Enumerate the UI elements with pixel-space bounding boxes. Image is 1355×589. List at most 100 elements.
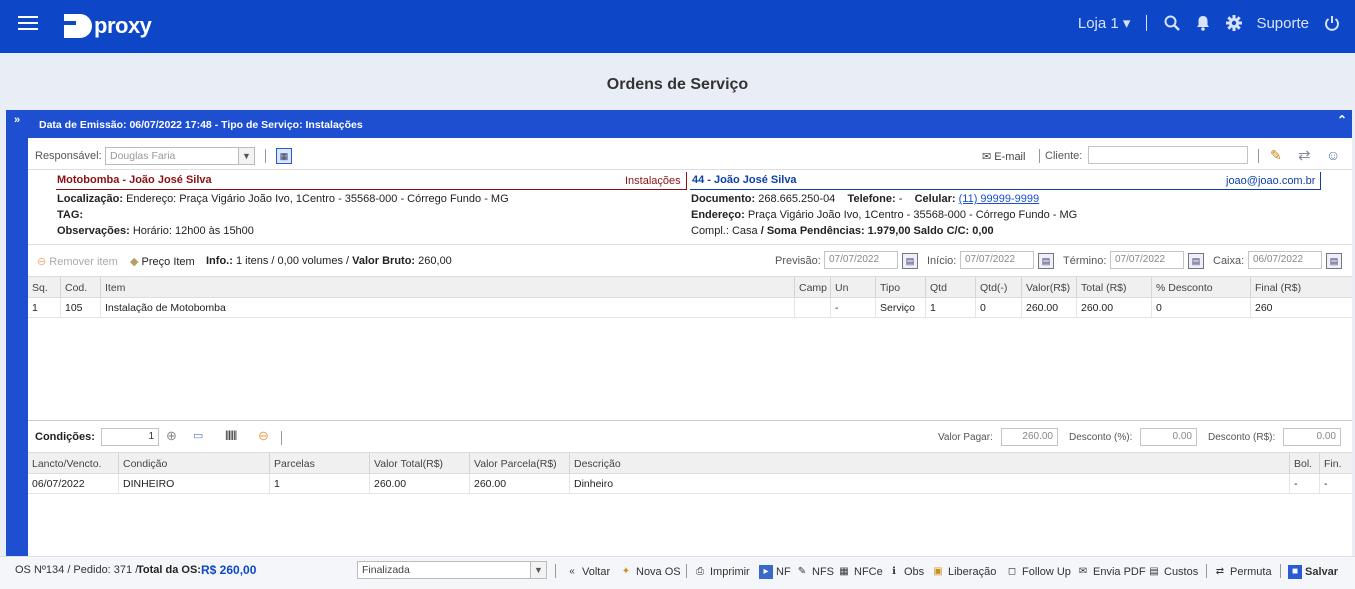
calculator-icon[interactable]: ▦	[276, 148, 292, 164]
page-title: Ordens de Serviço	[606, 76, 749, 93]
conditions-label: Condições:	[35, 431, 95, 443]
payments-table-header: Lancto/Vencto. Condição Parcelas Valor T…	[28, 452, 1352, 474]
nfs-button[interactable]: ✎ NFS	[795, 565, 834, 579]
collapse-icon[interactable]: ⌃	[1337, 113, 1347, 127]
valor-pagar-input[interactable]: 260.00	[1001, 428, 1058, 446]
location-value: Endereço: Praça Vigário João Ivo, 1Centr…	[126, 193, 509, 205]
calendar-icon[interactable]: ▤	[1326, 253, 1342, 269]
tag-label: TAG:	[57, 209, 84, 221]
divider	[1258, 149, 1259, 163]
refresh-icon[interactable]: ⇄	[1298, 146, 1311, 164]
nova-os-button[interactable]: ✦ Nova OS	[619, 565, 681, 579]
double-chevron-icon[interactable]: »	[6, 114, 28, 126]
desc-pct-input[interactable]: 0.00	[1140, 428, 1197, 446]
os-info: OS Nº134 / Pedido: 371 /	[15, 564, 139, 576]
col-item[interactable]: Item	[100, 277, 794, 297]
voltar-button[interactable]: «Voltar	[565, 565, 610, 579]
col-condicao[interactable]: Condição	[118, 453, 269, 473]
status-select[interactable]: Finalizada ▼	[357, 561, 547, 579]
envia-pdf-button[interactable]: ✉ Envia PDF	[1076, 565, 1146, 579]
tag-icon: ◆	[130, 256, 139, 268]
remove-condition-icon[interactable]: ⊖	[258, 428, 269, 444]
barcode-icon[interactable]: |||||||	[225, 430, 237, 441]
col-final[interactable]: Final (R$)	[1250, 277, 1352, 297]
liberacao-button[interactable]: ▣ Liberação	[931, 565, 996, 579]
col-valor-total[interactable]: Valor Total(R$)	[369, 453, 469, 473]
col-valor-parcela[interactable]: Valor Parcela(R$)	[469, 453, 569, 473]
desc-rs-label: Desconto (R$):	[1208, 432, 1276, 443]
calendar-icon[interactable]: ▤	[902, 253, 918, 269]
previsao-input[interactable]: 07/07/2022	[824, 251, 898, 269]
client-email[interactable]: joao@joao.com.br	[1226, 175, 1315, 187]
col-sq[interactable]: Sq.	[28, 277, 56, 297]
save-icon: ■	[1288, 565, 1302, 579]
follow-up-button[interactable]: ◻ Follow Up	[1005, 565, 1071, 579]
responsavel-select[interactable]: Douglas Faria ▼	[105, 147, 255, 165]
total-value: R$ 260,00	[201, 563, 257, 577]
mail-icon: ✉	[1078, 566, 1088, 577]
table-row[interactable]: 06/07/2022 DINHEIRO 1 260.00 260.00 Dinh…	[28, 474, 1352, 494]
col-desconto[interactable]: % Desconto	[1151, 277, 1250, 297]
gear-icon[interactable]	[1225, 14, 1243, 32]
price-item-button[interactable]: ◆ Preço Item	[130, 255, 195, 268]
col-descricao[interactable]: Descrição	[569, 453, 1289, 473]
cliente-input[interactable]	[1088, 146, 1248, 164]
search-icon[interactable]	[1163, 14, 1181, 32]
table-row[interactable]: 1 105 Instalação de Motobomba - Serviço …	[28, 298, 1352, 318]
desc-rs-input[interactable]: 0.00	[1283, 428, 1341, 446]
imprimir-button[interactable]: ⎙ Imprimir	[693, 565, 750, 579]
nf-button[interactable]: ▸ NF	[759, 565, 791, 579]
menu-icon[interactable]	[18, 16, 38, 32]
edit-client-icon[interactable]: ✎	[1270, 147, 1282, 164]
salvar-button[interactable]: ■ Salvar	[1288, 565, 1338, 579]
col-fin[interactable]: Fin.	[1319, 453, 1352, 473]
tel-value: -	[898, 193, 903, 205]
col-qtd[interactable]: Qtd	[925, 277, 975, 297]
col-cod[interactable]: Cod.	[60, 277, 100, 297]
termino-input[interactable]: 07/07/2022	[1110, 251, 1184, 269]
card-icon[interactable]: ▭	[193, 429, 203, 442]
col-tipo[interactable]: Tipo	[875, 277, 925, 297]
minus-circle-icon: ⊖	[37, 256, 47, 268]
permuta-button[interactable]: ⇄ Permuta	[1213, 565, 1272, 579]
sidebar-toggle[interactable]: »	[6, 110, 28, 556]
calendar-icon[interactable]: ▤	[1038, 253, 1054, 269]
col-total[interactable]: Total (R$)	[1076, 277, 1151, 297]
email-button[interactable]: ✉ E-mail	[982, 150, 1025, 163]
col-lancto[interactable]: Lancto/Vencto.	[28, 453, 118, 473]
remove-item-button[interactable]: ⊖ Remover item	[37, 255, 118, 268]
soma-pendencias: / Soma Pendências: 1.979,00 Saldo C/C: 0…	[760, 225, 994, 237]
exchange-icon: ⇄	[1215, 566, 1225, 577]
chat-icon: ◻	[1007, 566, 1017, 577]
power-icon[interactable]	[1323, 14, 1341, 32]
valor-pagar-label: Valor Pagar:	[938, 432, 993, 443]
service-type: Instalações	[625, 175, 681, 187]
col-parcelas[interactable]: Parcelas	[269, 453, 369, 473]
custos-button[interactable]: ▤ Custos	[1147, 565, 1198, 579]
col-valor[interactable]: Valor(R$)	[1021, 277, 1076, 297]
caixa-input[interactable]: 06/07/2022	[1248, 251, 1322, 269]
chevron-down-icon[interactable]: ▼	[530, 562, 546, 578]
bell-icon[interactable]	[1194, 14, 1212, 32]
conditions-input[interactable]: 1	[101, 428, 159, 446]
wand-icon: ✦	[621, 566, 631, 577]
obs-button[interactable]: ℹ Obs	[887, 565, 924, 579]
back-icon: «	[569, 566, 575, 577]
store-selector[interactable]: Loja 1 ▾	[1078, 14, 1131, 32]
col-bol[interactable]: Bol.	[1289, 453, 1319, 473]
divider	[1039, 149, 1040, 163]
col-un[interactable]: Un	[830, 277, 875, 297]
chevron-down-icon[interactable]: ▼	[238, 148, 254, 164]
col-camp[interactable]: Camp	[794, 277, 830, 297]
calendar-icon[interactable]: ▤	[1188, 253, 1204, 269]
inicio-input[interactable]: 07/07/2022	[960, 251, 1034, 269]
cel-value[interactable]: (11) 99999-9999	[959, 193, 1040, 205]
support-link[interactable]: Suporte	[1256, 15, 1309, 32]
compl-label: Compl.: Casa	[691, 225, 758, 237]
col-qtd-minus[interactable]: Qtd(-)	[975, 277, 1021, 297]
user-search-icon[interactable]: ☺	[1326, 147, 1340, 163]
logo[interactable]: proxy	[64, 13, 152, 39]
add-condition-icon[interactable]: ⊕	[166, 428, 177, 444]
nfce-button[interactable]: ▦ NFCe	[837, 565, 882, 579]
desc-pct-label: Desconto (%):	[1069, 432, 1133, 443]
